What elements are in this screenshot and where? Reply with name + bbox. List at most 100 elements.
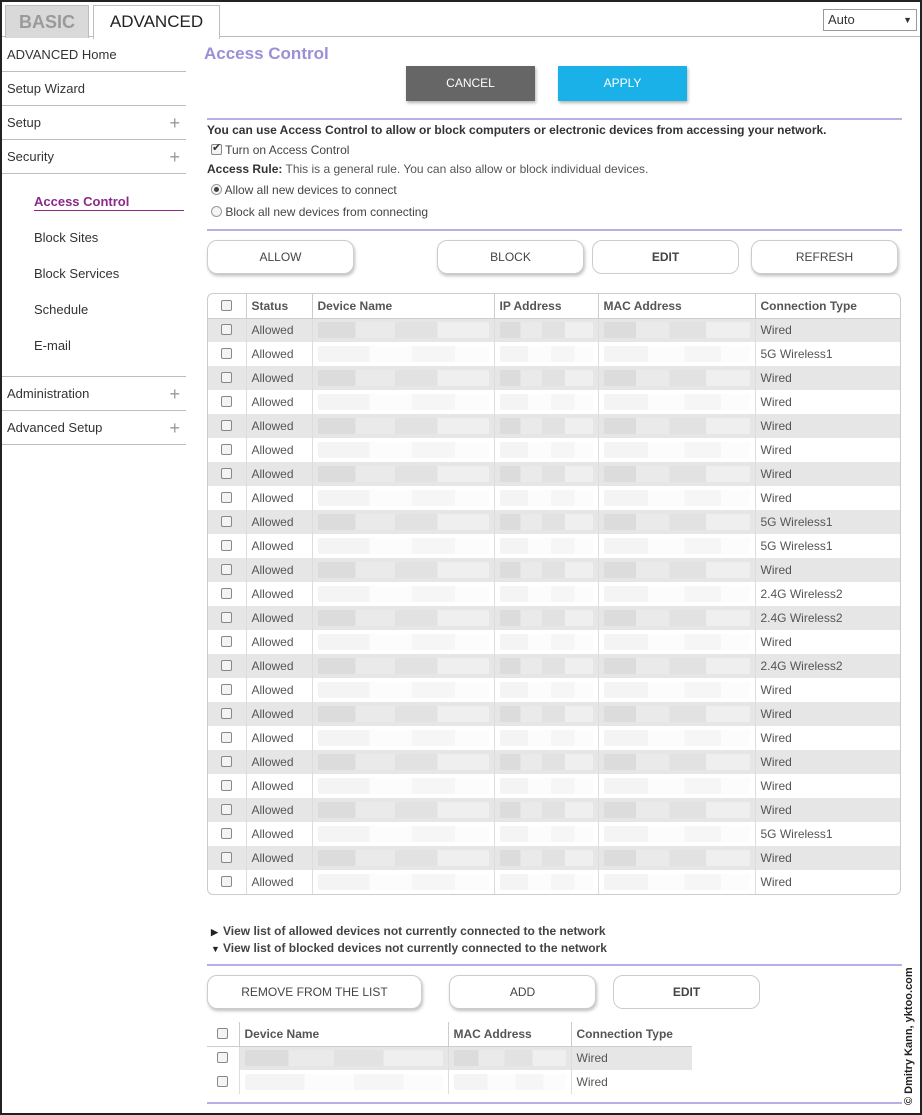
submenu-item-schedule[interactable]: Schedule — [2, 292, 186, 328]
plus-icon[interactable]: + — [169, 411, 180, 445]
row-checkbox[interactable] — [221, 324, 233, 336]
blocked-edit-button[interactable]: EDIT — [613, 975, 760, 1009]
turn-on-access-control[interactable]: Turn on Access Control — [211, 141, 350, 157]
add-button[interactable]: ADD — [449, 975, 596, 1009]
sidebar-item-security[interactable]: Security + — [2, 140, 186, 174]
turn-on-checkbox[interactable] — [211, 141, 222, 155]
sidebar-item-advanced-home[interactable]: ADVANCED Home — [2, 38, 186, 72]
row-checkbox[interactable] — [221, 468, 233, 479]
table-row[interactable]: Allowed Wired — [208, 318, 900, 342]
radio-allow-row[interactable]: Allow all new devices to connect — [211, 183, 397, 197]
table-row[interactable]: Allowed Wired — [208, 390, 900, 414]
blocked-select-all-checkbox[interactable] — [217, 1027, 229, 1039]
row-checkbox[interactable] — [221, 540, 233, 551]
table-row[interactable]: Allowed 5G Wireless1 — [208, 510, 900, 534]
row-checkbox[interactable] — [221, 756, 233, 767]
plus-icon[interactable]: + — [169, 140, 180, 174]
row-checkbox[interactable] — [221, 708, 233, 719]
table-row[interactable]: Allowed Wired — [208, 870, 900, 894]
table-row[interactable]: Allowed Wired — [208, 414, 900, 438]
table-row[interactable]: Allowed 5G Wireless1 — [208, 342, 900, 366]
row-checkbox[interactable] — [221, 516, 233, 527]
row-checkbox[interactable] — [221, 348, 233, 359]
row-checkbox[interactable] — [221, 636, 233, 647]
table-row[interactable]: Allowed Wired — [208, 558, 900, 582]
row-checkbox[interactable] — [217, 1052, 229, 1064]
table-row[interactable]: Allowed Wired — [208, 774, 900, 798]
row-checkbox[interactable] — [221, 612, 233, 623]
row-checkbox[interactable] — [221, 828, 233, 839]
radio-block-row[interactable]: Block all new devices from connecting — [211, 205, 428, 219]
table-row[interactable]: Allowed Wired — [208, 846, 900, 870]
row-checkbox[interactable] — [221, 564, 233, 575]
table-row[interactable]: Allowed Wired — [208, 462, 900, 486]
row-checkbox[interactable] — [221, 420, 233, 431]
row-checkbox[interactable] — [217, 1076, 229, 1087]
table-row[interactable]: Allowed Wired — [208, 366, 900, 390]
tab-basic[interactable]: BASIC — [5, 5, 89, 38]
allow-button[interactable]: ALLOW — [207, 240, 354, 274]
submenu-item-e-mail[interactable]: E-mail — [2, 328, 186, 364]
table-row[interactable]: Allowed Wired — [208, 678, 900, 702]
tab-advanced[interactable]: ADVANCED — [93, 5, 220, 39]
table-row[interactable]: Allowed 5G Wireless1 — [208, 822, 900, 846]
table-row[interactable]: Allowed Wired — [208, 486, 900, 510]
toggle-allowed-label: View list of allowed devices not current… — [223, 924, 606, 938]
language-select[interactable]: Auto ▼ — [823, 9, 917, 31]
row-checkbox[interactable] — [221, 660, 233, 671]
table-row[interactable]: Wired — [207, 1070, 692, 1094]
radio-block[interactable] — [211, 206, 222, 217]
submenu-item-block-sites[interactable]: Block Sites — [2, 220, 186, 256]
block-button[interactable]: BLOCK — [437, 240, 584, 274]
table-row[interactable]: Allowed Wired — [208, 630, 900, 654]
row-checkbox[interactable] — [221, 876, 233, 887]
plus-icon[interactable]: + — [169, 377, 180, 411]
row-checkbox[interactable] — [221, 852, 233, 863]
select-all-checkbox[interactable] — [221, 299, 233, 311]
header-connection-type[interactable]: Connection Type — [755, 294, 900, 319]
table-row[interactable]: Allowed 2.4G Wireless2 — [208, 582, 900, 606]
row-checkbox[interactable] — [221, 780, 233, 791]
remove-from-list-button[interactable]: REMOVE FROM THE LIST — [207, 975, 422, 1009]
table-row[interactable]: Allowed Wired — [208, 702, 900, 726]
header-device-name[interactable]: Device Name — [312, 294, 495, 319]
row-checkbox[interactable] — [221, 732, 233, 743]
refresh-button[interactable]: REFRESH — [751, 240, 898, 274]
table-row[interactable]: Allowed Wired — [208, 438, 900, 462]
table-row[interactable]: Allowed Wired — [208, 750, 900, 774]
header-device-name[interactable]: Device Name — [239, 1022, 449, 1047]
row-checkbox[interactable] — [221, 492, 233, 503]
table-row[interactable]: Allowed 2.4G Wireless2 — [208, 606, 900, 630]
sidebar-item-administration[interactable]: Administration + — [2, 377, 186, 411]
row-checkbox[interactable] — [221, 804, 233, 815]
row-checkbox-cell — [208, 486, 247, 510]
row-checkbox[interactable] — [221, 372, 233, 383]
submenu-item-block-services[interactable]: Block Services — [2, 256, 186, 292]
table-row[interactable]: Allowed 2.4G Wireless2 — [208, 654, 900, 678]
plus-icon[interactable]: + — [169, 106, 180, 140]
row-checkbox[interactable] — [221, 588, 233, 599]
toggle-blocked-list[interactable]: ▼ View list of blocked devices not curren… — [211, 941, 607, 955]
header-connection-type[interactable]: Connection Type — [571, 1022, 692, 1047]
header-mac-address[interactable]: MAC Address — [448, 1022, 572, 1047]
header-ip-address[interactable]: IP Address — [494, 294, 599, 319]
row-checkbox[interactable] — [221, 396, 233, 407]
table-row[interactable]: Allowed 5G Wireless1 — [208, 534, 900, 558]
submenu-item-access-control[interactable]: Access Control — [2, 184, 186, 220]
toggle-allowed-list[interactable]: ▶ View list of allowed devices not curren… — [211, 924, 606, 938]
row-checkbox[interactable] — [221, 444, 233, 455]
table-row[interactable]: Allowed Wired — [208, 798, 900, 822]
radio-allow[interactable] — [211, 184, 222, 195]
edit-button[interactable]: EDIT — [592, 240, 739, 274]
row-checkbox[interactable] — [221, 684, 233, 695]
sidebar-item-setup[interactable]: Setup + — [2, 106, 186, 140]
table-row[interactable]: Wired — [207, 1046, 692, 1070]
apply-button[interactable]: APPLY — [558, 66, 687, 101]
turn-on-label: Turn on Access Control — [225, 143, 350, 157]
header-mac-address[interactable]: MAC Address — [598, 294, 756, 319]
table-row[interactable]: Allowed Wired — [208, 726, 900, 750]
sidebar-item-advanced-setup[interactable]: Advanced Setup + — [2, 411, 186, 445]
header-status[interactable]: Status — [246, 294, 313, 319]
sidebar-item-setup-wizard[interactable]: Setup Wizard — [2, 72, 186, 106]
cancel-button[interactable]: CANCEL — [406, 66, 535, 101]
